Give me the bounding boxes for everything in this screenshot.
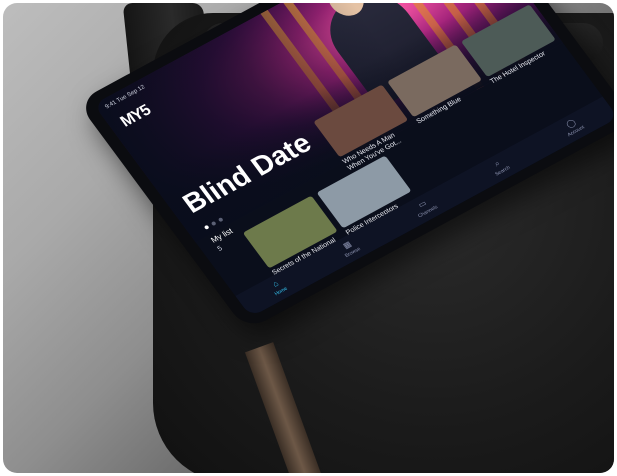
photo-frame: 9:41 Tue Sep 12 MY5 Blind Date Who Needs… <box>3 3 614 473</box>
nav-item-home[interactable]: ⌂ Home <box>268 278 289 297</box>
nav-item-browse[interactable]: ▦ Browse <box>338 238 362 259</box>
my-list-count: 5 <box>216 245 225 253</box>
nav-item-search[interactable]: ⌕ Search <box>488 157 511 178</box>
nav-item-channels[interactable]: ▭ Channels <box>411 196 439 220</box>
nav-item-account[interactable]: ◯ Account <box>560 116 586 138</box>
